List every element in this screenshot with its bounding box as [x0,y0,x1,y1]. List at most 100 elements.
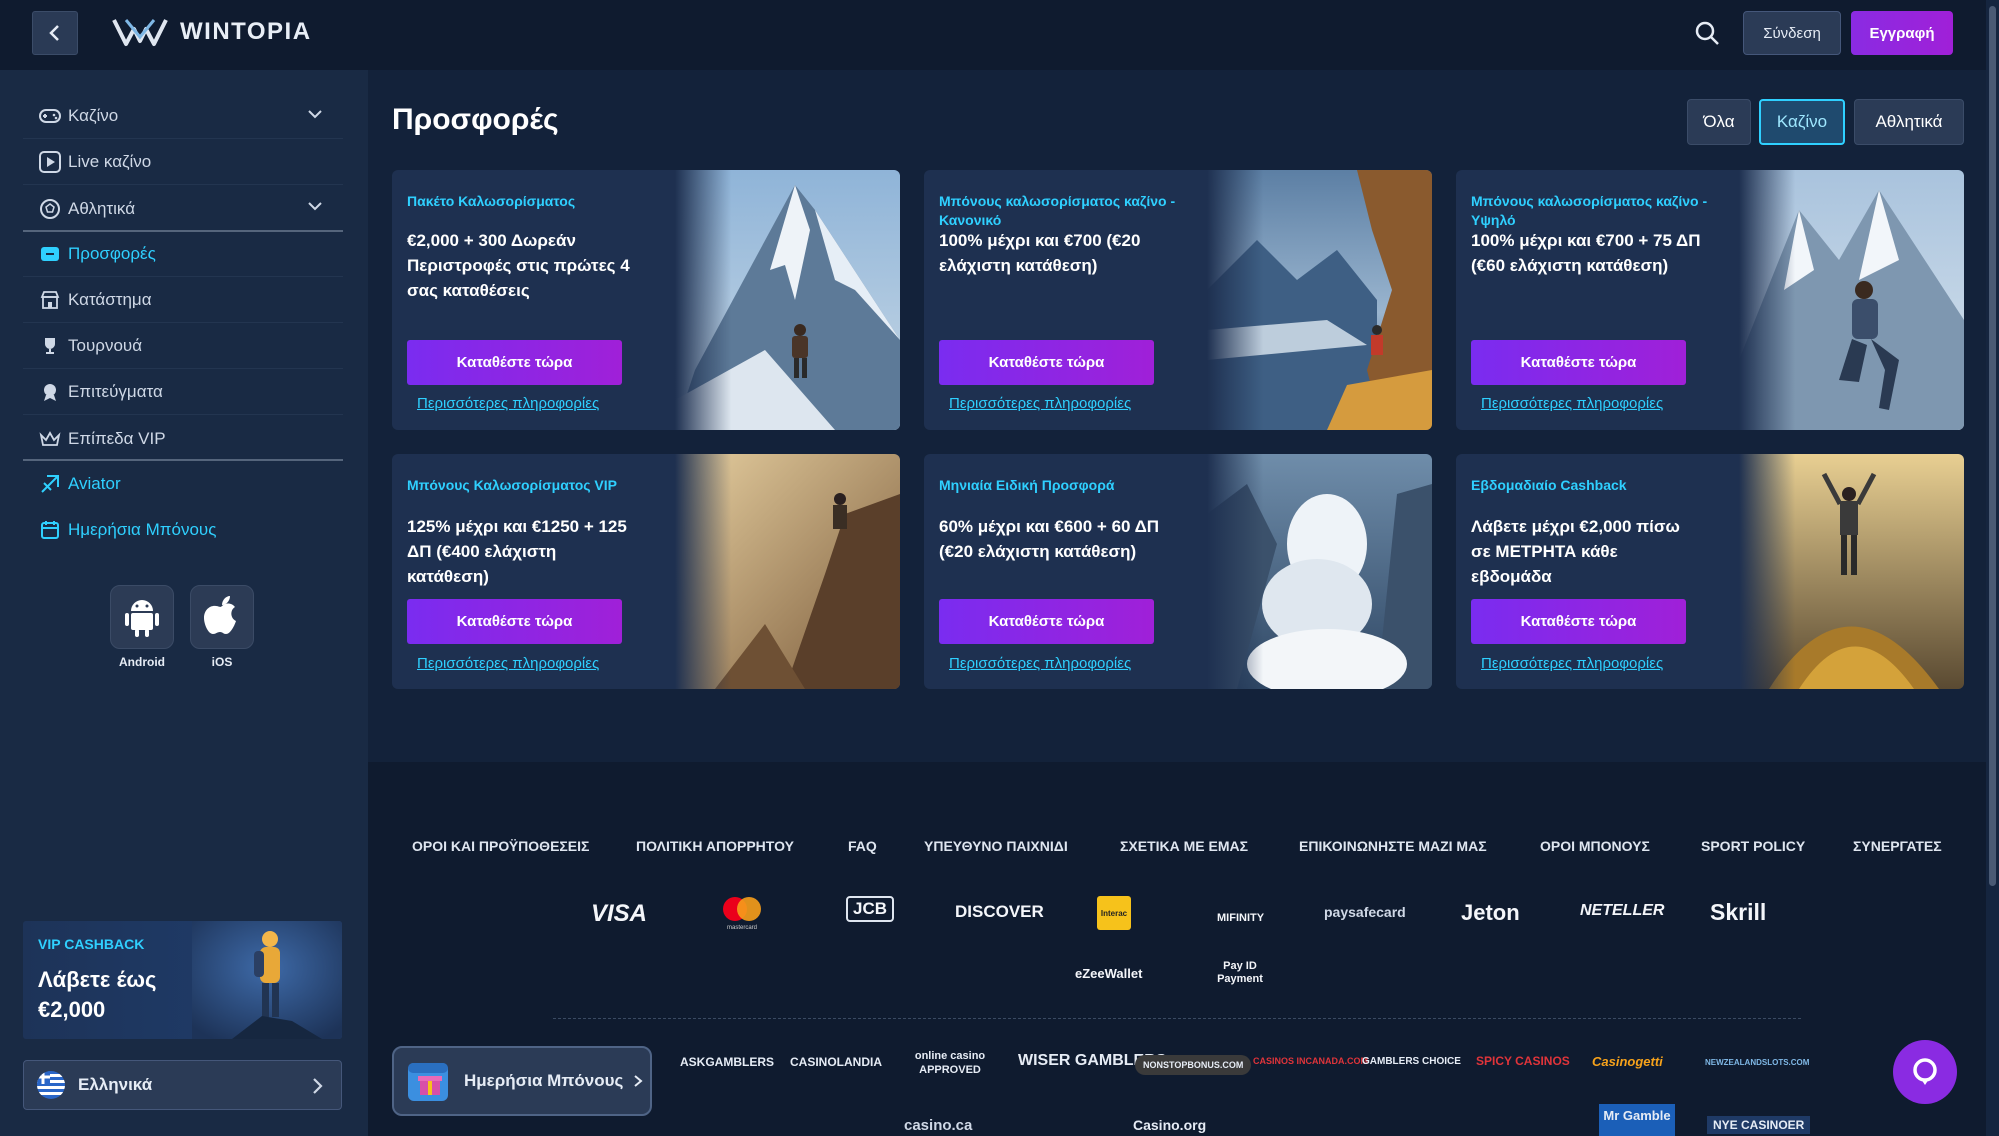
language-selector[interactable]: Ελληνικά [23,1060,342,1110]
footer-link-privacy[interactable]: ΠΟΛΙΤΙΚΗ ΑΠΟΡΡΗΤΟΥ [636,838,794,854]
promo-tag: Μπόνους καλωσορίσματος καζίνο - Κανονικό [939,193,1176,228]
login-button[interactable]: Σύνδεση [1743,11,1841,55]
more-info-link[interactable]: Περισσότερες πληροφορίες [417,395,599,412]
filter-casino[interactable]: Καζίνο [1759,99,1845,145]
partner-casino-org[interactable]: Casino.org [1133,1117,1206,1133]
avalanche-image [1207,454,1432,689]
promotion-icon [39,243,61,265]
sidebar-item-tournaments[interactable]: Τουρνουά [23,324,343,369]
footer-link-faq[interactable]: FAQ [848,838,877,854]
chat-support-button[interactable] [1893,1040,1957,1104]
deposit-now-button[interactable]: Καταθέστε τώρα [939,340,1154,385]
sidebar-item-store[interactable]: Κατάστημα [23,278,343,323]
jcb-logo: JCB [846,896,895,922]
partner-casinolandia[interactable]: CASINOLANDIA [790,1055,882,1069]
android-app-button[interactable] [110,585,174,649]
deposit-now-button[interactable]: Καταθέστε τώρα [939,599,1154,644]
chevron-down-icon[interactable] [307,198,323,214]
deposit-now-button[interactable]: Καταθέστε τώρα [1471,340,1686,385]
more-info-link[interactable]: Περισσότερες πληροφορίες [949,395,1131,412]
partner-online-casino-approved[interactable]: online casino APPROVED [905,1049,995,1077]
partner-spicy-casinos[interactable]: SPICY CASINOS [1476,1054,1570,1068]
apple-icon [204,596,236,634]
top-header: WINTOPIA Σύνδεση Εγγραφή [0,0,1999,70]
vip-cashback-text: Λάβετε έως €2,000 [38,967,157,1022]
more-info-link[interactable]: Περισσότερες πληροφορίες [949,655,1131,672]
more-info-link[interactable]: Περισσότερες πληροφορίες [1481,395,1663,412]
ios-app-button[interactable] [190,585,254,649]
deposit-now-button[interactable]: Καταθέστε τώρα [407,599,622,644]
search-button[interactable] [1694,20,1724,50]
partner-casinos-incanada[interactable]: CASINOS INCANADA.COM [1253,1056,1368,1066]
partner-nye-casinoer[interactable]: NYE CASINOER [1707,1116,1811,1134]
visa-logo: VISA [591,900,648,927]
sidebar-item-aviator[interactable]: Aviator [23,461,343,506]
filter-sports[interactable]: Αθλητικά [1854,99,1964,145]
sidebar-item-live-casino[interactable]: Live καζίνο [23,140,343,185]
page-scrollbar[interactable] [1986,0,1999,1136]
play-icon [39,151,61,173]
partner-gamblers-choice[interactable]: GAMBLERS CHOICE [1362,1056,1461,1067]
logo[interactable]: WINTOPIA [112,17,312,47]
discover-logo: DISCOVER [955,902,1044,921]
promo-card-casino-high[interactable]: Μπόνους καλωσορίσματος καζίνο - Υψηλό 10… [1456,170,1964,430]
language-label: Ελληνικά [78,1075,153,1094]
daily-bonus-button[interactable]: Ημερήσια Μπόνους [392,1046,652,1116]
more-info-link[interactable]: Περισσότερες πληροφορίες [1481,655,1663,672]
scrollbar-thumb[interactable] [1989,6,1996,886]
promo-description: 100% μέχρι και €700 + 75 ΔΠ (€60 ελάχιστ… [1471,231,1701,275]
vip-cashback-banner[interactable]: VIP CASHBACK Λάβετε έως €2,000 [23,921,342,1039]
filter-all[interactable]: Όλα [1687,99,1751,145]
kneeling-climber-image [1739,170,1964,430]
footer-link-bonus-terms[interactable]: ΟΡΟΙ ΜΠΟΝΟΥΣ [1540,838,1650,854]
partner-askgamblers[interactable]: ASKGAMBLERS [680,1055,774,1069]
sidebar-item-daily-bonus[interactable]: Ημερήσια Μπόνους [23,507,343,552]
sidebar-item-casino[interactable]: Καζίνο [23,94,343,139]
partner-casinogetti[interactable]: Casinogetti [1592,1054,1663,1069]
sidebar-item-sports[interactable]: Αθλητικά [23,186,343,231]
deposit-now-button[interactable]: Καταθέστε τώρα [407,340,622,385]
promo-description: 125% μέχρι και €1250 + 125 ΔΠ (€400 ελάχ… [407,517,627,586]
footer-link-terms[interactable]: ΟΡΟΙ ΚΑΙ ΠΡΟΫΠΟΘΕΣΕΙΣ [412,838,589,854]
promo-description: Λάβετε μέχρι €2,000 πίσω σε ΜΕΤΡΗΤΑ κάθε… [1471,517,1680,586]
footer-link-about[interactable]: ΣΧΕΤΙΚΑ ΜΕ ΕΜΑΣ [1120,838,1248,854]
ios-label: iOS [211,655,233,669]
footer-link-affiliates[interactable]: ΣΥΝΕΡΓΑΤΕΣ [1853,838,1942,854]
footer-link-sport-policy[interactable]: SPORT POLICY [1701,838,1805,854]
sidebar-item-label: Καζίνο [68,106,119,125]
wintopia-logo-icon [112,19,168,46]
promo-card-monthly-special[interactable]: Μηνιαία Ειδική Προσφορά 60% μέχρι και €6… [924,454,1432,689]
partner-casino-ca[interactable]: casino.ca [904,1117,972,1134]
partner-newzealandslots[interactable]: NEWZEALANDSLOTS.COM [1705,1058,1809,1067]
mastercard-label: mastercard [726,925,757,931]
achievement-icon [39,381,61,403]
register-button[interactable]: Εγγραφή [1851,11,1953,55]
sidebar-item-promotions[interactable]: Προσφορές [23,232,343,277]
promo-card-welcome-package[interactable]: Πακέτο Καλωσορίσματος €2,000 + 300 Δωρεά… [392,170,900,430]
sidebar-item-label: Επιτεύγματα [68,382,163,401]
footer-link-contact[interactable]: ΕΠΙΚΟΙΝΩΝΗΣΤΕ ΜΑΖΙ ΜΑΣ [1299,838,1487,854]
more-info-link[interactable]: Περισσότερες πληροφορίες [417,655,599,672]
promo-card-weekly-cashback[interactable]: Εβδομαδιαίο Cashback Λάβετε μέχρι €2,000… [1456,454,1964,689]
mifinity-logo: MIFINITY [1217,912,1265,924]
rock-climber-image [675,454,900,689]
footer-link-responsible-gaming[interactable]: ΥΠΕΥΘΥΝΟ ΠΑΙΧΝΙΔΙ [924,838,1068,854]
promo-card-casino-regular[interactable]: Μπόνους καλωσορίσματος καζίνο - Κανονικό… [924,170,1432,430]
promo-card-vip-welcome[interactable]: Μπόνους Καλωσορίσματος VIP 125% μέχρι κα… [392,454,900,689]
partner-nonstopbonus[interactable]: NONSTOPBONUS.COM [1135,1055,1252,1075]
sidebar-item-label: Κατάστημα [68,290,152,309]
chevron-down-icon[interactable] [307,106,323,122]
calendar-icon [39,519,61,541]
footer-divider [553,1018,1801,1019]
partner-mr-gamble[interactable]: Mr Gamble [1599,1104,1675,1136]
sidebar-item-label: Τουρνουά [68,336,143,355]
deposit-now-button[interactable]: Καταθέστε τώρα [1471,599,1686,644]
sidebar-item-vip-levels[interactable]: Επίπεδα VIP [23,416,343,461]
ezeewallet-logo: eZeeWallet [1075,966,1143,981]
back-button[interactable] [32,11,78,55]
promo-tag: Μπόνους Καλωσορίσματος VIP [407,477,617,493]
sidebar-item-label: Αθλητικά [68,198,136,218]
trophy-icon [39,335,61,357]
greece-flag-icon [37,1071,65,1099]
sidebar-item-achievements[interactable]: Επιτεύγματα [23,370,343,415]
